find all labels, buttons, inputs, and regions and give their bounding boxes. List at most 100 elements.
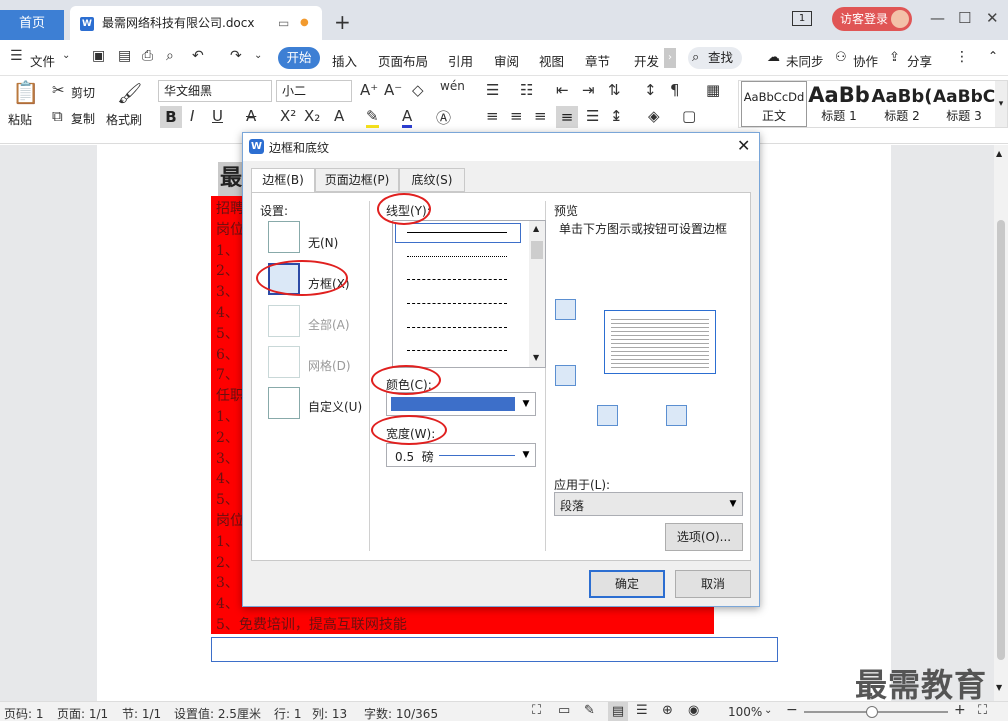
line-style-scrollbar[interactable]: ▲ ▼ — [529, 221, 545, 367]
highlight-icon[interactable]: ✎ — [366, 107, 379, 128]
line-style-list[interactable]: ▲ ▼ — [392, 220, 546, 368]
more-tabs-icon[interactable]: › — [664, 48, 676, 68]
style-heading-3[interactable]: AaBbC 标题 3 — [933, 81, 995, 127]
shading-icon[interactable]: ◈ — [648, 107, 660, 125]
borders-icon[interactable]: ▢ — [682, 107, 696, 125]
chevron-down-icon[interactable]: ⌄ — [62, 50, 70, 61]
close-icon[interactable]: ✕ — [986, 9, 999, 27]
zoom-dropdown-icon[interactable]: ⌄ — [764, 705, 772, 716]
tab-references[interactable]: 引用 — [448, 51, 473, 70]
border-preview[interactable] — [604, 310, 716, 374]
home-tab[interactable]: 首页 — [0, 10, 64, 40]
guest-login-button[interactable]: 访客登录 — [832, 7, 912, 31]
save-icon[interactable]: ▣ — [92, 48, 105, 64]
font-name-select[interactable]: 华文细黑 — [158, 80, 272, 102]
line-style-dash-dot[interactable] — [407, 327, 507, 328]
setting-value[interactable]: 设置值: 2.5厘米 — [174, 705, 261, 722]
web-view-icon[interactable]: ⊕ — [662, 703, 673, 718]
dialog-close-icon[interactable]: ✕ — [737, 136, 750, 155]
tab-start[interactable]: 开始 — [278, 47, 320, 69]
eye-protection-icon[interactable]: ◉ — [688, 703, 699, 718]
setting-custom-label[interactable]: 自定义(U) — [308, 398, 362, 415]
align-center-icon[interactable]: ≡ — [510, 107, 523, 125]
ok-button[interactable]: 确定 — [589, 570, 665, 598]
outline-view-icon[interactable]: ☰ — [636, 703, 648, 718]
superscript-icon[interactable]: X² — [280, 107, 296, 125]
fit-page-icon[interactable]: ⛶ — [978, 703, 987, 718]
setting-all-label[interactable]: 全部(A) — [308, 316, 350, 333]
new-tab-button[interactable]: + — [334, 10, 351, 34]
page-view-icon[interactable]: ▤ — [608, 702, 628, 721]
tab-developer[interactable]: 开发 — [634, 51, 659, 70]
text-effect-icon[interactable]: A — [334, 107, 344, 125]
show-marks-icon[interactable]: ¶ — [670, 81, 680, 99]
tab-insert[interactable]: 插入 — [332, 51, 357, 70]
read-mode-icon[interactable]: ▭ — [558, 703, 570, 718]
setting-none-icon[interactable] — [268, 221, 300, 253]
apply-to-select[interactable]: 段落 ▼ — [554, 492, 743, 516]
line-style-dashed[interactable] — [407, 279, 507, 280]
setting-grid-label[interactable]: 网格(D) — [308, 357, 351, 374]
copy-button[interactable]: 复制 — [71, 110, 95, 127]
setting-all-icon[interactable] — [268, 305, 300, 337]
line-style-solid[interactable] — [407, 232, 507, 233]
chevron-down-icon[interactable]: ▼ — [517, 393, 535, 415]
setting-custom-icon[interactable] — [268, 387, 300, 419]
sync-status[interactable]: 未同步 — [786, 51, 824, 70]
numbered-list-icon[interactable]: ☷ — [520, 81, 533, 99]
paste-button[interactable]: 粘贴 — [8, 111, 32, 128]
scroll-up-icon[interactable]: ▲ — [996, 149, 1002, 158]
edit-icon[interactable]: ✎ — [584, 703, 595, 718]
scroll-down-icon[interactable]: ▼ — [996, 683, 1002, 692]
sort-icon[interactable]: ↕ — [644, 81, 657, 99]
right-border-button[interactable] — [666, 405, 687, 426]
document-tab[interactable]: W 最需网络科技有限公司.docx ▭ ● — [70, 6, 322, 40]
style-normal[interactable]: AaBbCcDd 正文 — [741, 81, 807, 127]
style-gallery-scroll-icon[interactable]: ▾ — [995, 81, 1007, 127]
undo-icon[interactable]: ↶ — [192, 48, 204, 64]
tab-section[interactable]: 章节 — [585, 51, 610, 70]
copy-icon[interactable]: ⧉ — [52, 107, 63, 125]
bold-icon[interactable]: B — [160, 106, 182, 128]
distribute-icon[interactable]: ☰ — [586, 107, 599, 125]
options-button[interactable]: 选项(O)... — [665, 523, 743, 551]
style-heading-1[interactable]: AaBb 标题 1 — [807, 81, 871, 127]
table-tools-icon[interactable]: ▦ — [706, 81, 720, 99]
decrease-indent-icon[interactable]: ⇤ — [556, 81, 569, 99]
align-right-icon[interactable]: ≡ — [534, 107, 547, 125]
paste-icon[interactable]: 📋 — [12, 81, 39, 106]
chevron-down-icon[interactable]: ▼ — [517, 444, 535, 466]
vertical-scrollbar[interactable]: ▲ ▼ — [994, 145, 1008, 701]
row-indicator[interactable]: 行: 1 — [274, 705, 302, 722]
underline-icon[interactable]: U — [212, 107, 223, 125]
file-menu[interactable]: 文件 — [30, 51, 55, 70]
grow-font-icon[interactable]: A⁺ — [360, 81, 378, 99]
more-options-icon[interactable]: ⋮ — [955, 49, 969, 65]
char-border-icon[interactable]: Ⓐ — [436, 107, 451, 128]
collaborate-button[interactable]: 协作 — [853, 51, 878, 70]
bottom-border-button[interactable] — [555, 365, 576, 386]
cancel-button[interactable]: 取消 — [675, 570, 751, 598]
print-preview-icon[interactable]: ⌕ — [166, 48, 174, 64]
style-heading-2[interactable]: AaBb( 标题 2 — [871, 81, 933, 127]
shrink-font-icon[interactable]: A⁻ — [384, 81, 402, 99]
zoom-out-icon[interactable]: − — [786, 702, 798, 718]
line-style-dotted[interactable] — [407, 256, 507, 257]
font-size-select[interactable]: 小二 — [276, 80, 352, 102]
format-painter-button[interactable]: 格式刷 — [106, 111, 142, 128]
monitor-icon[interactable]: ▭ — [278, 6, 289, 40]
clear-format-icon[interactable]: ◇ — [412, 81, 424, 99]
scroll-thumb[interactable] — [997, 220, 1005, 660]
tab-review[interactable]: 审阅 — [494, 51, 519, 70]
scroll-up-icon[interactable]: ▲ — [533, 224, 539, 233]
format-painter-icon[interactable]: 🖌 — [117, 81, 142, 105]
zoom-slider-handle[interactable] — [866, 706, 878, 718]
chevron-down-icon[interactable]: ▼ — [724, 493, 742, 515]
maximize-icon[interactable]: ☐ — [958, 9, 971, 27]
page-indicator[interactable]: 页面: 1/1 — [57, 705, 108, 722]
quick-access-more-icon[interactable]: ⌄ — [254, 50, 262, 61]
search-button[interactable]: ⌕ 查找 — [688, 47, 742, 69]
cut-button[interactable]: 剪切 — [71, 84, 95, 101]
tab-borders[interactable]: 边框(B) — [251, 168, 315, 193]
line-style-dash-long[interactable] — [407, 303, 507, 304]
